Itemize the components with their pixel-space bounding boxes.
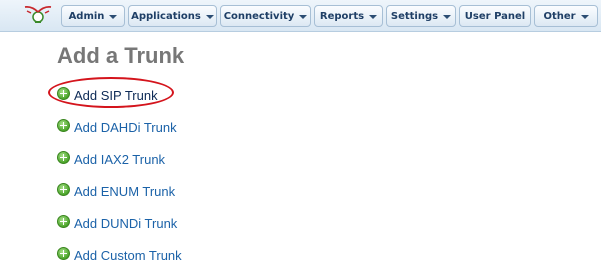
nav-reports-label: Reports bbox=[319, 10, 365, 22]
nav-reports-button[interactable]: Reports bbox=[314, 5, 383, 27]
chevron-down-icon bbox=[369, 14, 378, 19]
nav-admin-label: Admin bbox=[68, 10, 105, 22]
add-dundi-trunk-label: Add DUNDi Trunk bbox=[74, 215, 178, 231]
add-dundi-trunk-link[interactable]: Add DUNDi Trunk bbox=[57, 214, 177, 232]
nav-connectivity-button[interactable]: Connectivity bbox=[220, 5, 311, 27]
add-dahdi-trunk-label: Add DAHDi Trunk bbox=[74, 119, 177, 135]
add-iax2-trunk-label: Add IAX2 Trunk bbox=[74, 151, 166, 167]
nav-user-panel-label: User Panel bbox=[464, 10, 526, 22]
add-icon bbox=[57, 86, 70, 100]
add-icon bbox=[57, 246, 70, 260]
nav-connectivity-label: Connectivity bbox=[223, 10, 295, 22]
top-navigation-bar: Admin Applications Connectivity Reports … bbox=[0, 0, 601, 32]
add-icon bbox=[57, 150, 70, 164]
add-custom-trunk-link[interactable]: Add Custom Trunk bbox=[57, 246, 182, 264]
add-custom-trunk-label: Add Custom Trunk bbox=[74, 247, 182, 263]
nav-admin-button[interactable]: Admin bbox=[61, 5, 125, 27]
nav-applications-button[interactable]: Applications bbox=[128, 5, 217, 27]
nav-other-button[interactable]: Other bbox=[534, 5, 598, 27]
logo-icon[interactable] bbox=[22, 4, 54, 26]
chevron-down-icon bbox=[443, 14, 452, 19]
chevron-down-icon bbox=[205, 14, 214, 19]
add-icon bbox=[57, 182, 70, 196]
nav-user-panel-button[interactable]: User Panel bbox=[459, 5, 531, 27]
add-enum-trunk-label: Add ENUM Trunk bbox=[74, 183, 176, 199]
nav-settings-button[interactable]: Settings bbox=[386, 5, 456, 27]
page-title: Add a Trunk bbox=[57, 43, 185, 68]
nav-other-label: Other bbox=[543, 10, 576, 22]
add-dahdi-trunk-link[interactable]: Add DAHDi Trunk bbox=[57, 118, 177, 136]
add-iax2-trunk-link[interactable]: Add IAX2 Trunk bbox=[57, 150, 165, 168]
chevron-down-icon bbox=[109, 14, 118, 19]
chevron-down-icon bbox=[580, 14, 589, 19]
nav-settings-label: Settings bbox=[390, 10, 439, 22]
add-enum-trunk-link[interactable]: Add ENUM Trunk bbox=[57, 182, 175, 200]
add-icon bbox=[57, 118, 70, 132]
add-icon bbox=[57, 214, 70, 228]
nav-applications-label: Applications bbox=[131, 10, 201, 22]
add-sip-trunk-label: Add SIP Trunk bbox=[74, 87, 158, 103]
chevron-down-icon bbox=[299, 14, 308, 19]
add-sip-trunk-link[interactable]: Add SIP Trunk bbox=[57, 86, 158, 104]
